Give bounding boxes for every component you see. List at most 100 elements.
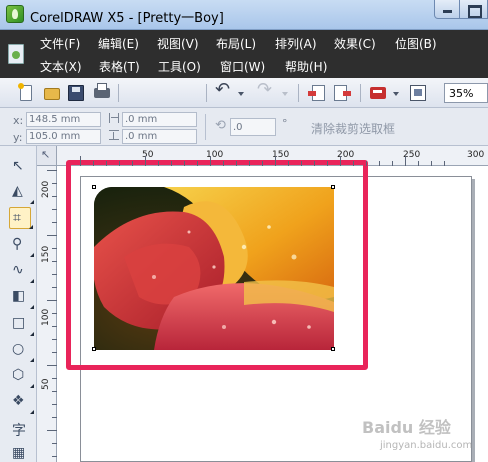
menu-table[interactable]: 表格(T) bbox=[99, 58, 140, 75]
publish-pdf-icon[interactable] bbox=[370, 87, 386, 99]
flyout-indicator-icon bbox=[30, 410, 34, 414]
minimize-button[interactable] bbox=[434, 0, 460, 19]
ruler-top-label: 100 bbox=[206, 150, 224, 160]
open-folder-icon[interactable] bbox=[44, 88, 60, 100]
width-field[interactable]: .0 mm bbox=[122, 112, 197, 127]
smart-fill-tool[interactable]: ◧ bbox=[9, 286, 34, 309]
import-icon[interactable] bbox=[308, 85, 325, 101]
x-position-field[interactable]: 148.5 mm bbox=[26, 112, 101, 127]
shape-tool[interactable]: ◭ bbox=[9, 181, 34, 204]
highlight-annotation-box bbox=[66, 160, 368, 370]
clear-crop-marquee-button[interactable]: 清除裁剪选取框 bbox=[311, 120, 395, 137]
export-icon[interactable] bbox=[334, 85, 351, 101]
height-field[interactable]: .0 mm bbox=[122, 129, 197, 144]
menu-row-secondary: 文本(X) 表格(T) 工具(O) 窗口(W) 帮助(H) bbox=[0, 56, 488, 78]
polygon-icon: ⬡ bbox=[12, 367, 25, 383]
height-icon bbox=[109, 130, 119, 140]
ruler-tick bbox=[210, 156, 211, 166]
ruler-tick bbox=[392, 161, 393, 166]
ruler-tick bbox=[52, 326, 57, 327]
text-tool[interactable]: 字 bbox=[9, 418, 31, 440]
toolbar-separator bbox=[360, 84, 361, 102]
ruler-tick bbox=[249, 161, 250, 166]
ruler-tick bbox=[301, 161, 302, 166]
maximize-button[interactable] bbox=[459, 0, 488, 19]
flyout-indicator-icon bbox=[30, 253, 34, 257]
menu-arrange[interactable]: 排列(A) bbox=[275, 35, 317, 52]
menu-file[interactable]: 文件(F) bbox=[40, 35, 80, 52]
ruler-tick bbox=[47, 365, 57, 366]
print-icon[interactable] bbox=[94, 83, 110, 98]
ruler-tick bbox=[145, 156, 146, 166]
ruler-tick bbox=[47, 430, 57, 431]
ruler-top-label: 300 bbox=[467, 150, 485, 160]
undo-dropdown-icon[interactable] bbox=[238, 92, 244, 96]
zoom-level-field[interactable]: 35% bbox=[444, 83, 488, 103]
ruler-tick bbox=[52, 274, 57, 275]
redo-dropdown-icon[interactable] bbox=[282, 92, 288, 96]
menu-layout[interactable]: 布局(L) bbox=[216, 35, 256, 52]
y-label: y: bbox=[13, 131, 23, 144]
ruler-tick bbox=[47, 170, 57, 171]
menu-edit[interactable]: 编辑(E) bbox=[98, 35, 139, 52]
menu-text[interactable]: 文本(X) bbox=[40, 58, 82, 75]
ruler-tick bbox=[47, 235, 57, 236]
ruler-tick bbox=[197, 161, 198, 166]
ruler-tick bbox=[52, 209, 57, 210]
table-tool[interactable]: ▦ bbox=[9, 443, 31, 462]
basic-shapes-tool[interactable]: ❖ bbox=[9, 391, 34, 414]
ruler-tick bbox=[52, 313, 57, 314]
menu-view[interactable]: 视图(V) bbox=[157, 35, 199, 52]
ruler-tick bbox=[171, 161, 172, 166]
menu-tools[interactable]: 工具(O) bbox=[158, 58, 201, 75]
standard-toolbar: ✂ ⧉ ▤ ↶ ↷ 35% bbox=[0, 78, 488, 180]
redo-icon[interactable]: ↷ bbox=[257, 81, 272, 99]
save-icon[interactable] bbox=[68, 85, 84, 101]
smart-fill-icon: ◧ bbox=[12, 288, 26, 304]
menu-window[interactable]: 窗口(W) bbox=[220, 58, 265, 75]
rotation-angle-field[interactable]: .0 bbox=[230, 118, 276, 136]
magnifier-icon: ⚲ bbox=[12, 236, 23, 252]
ruler-tick bbox=[236, 161, 237, 166]
ruler-tick bbox=[47, 300, 57, 301]
ruler-tick bbox=[93, 161, 94, 166]
ruler-tick bbox=[418, 161, 419, 166]
flyout-indicator-icon bbox=[30, 305, 34, 309]
flyout-indicator-icon bbox=[30, 200, 34, 204]
zoom-tool[interactable]: ⚲ bbox=[9, 234, 34, 257]
undo-icon[interactable]: ↶ bbox=[215, 81, 230, 99]
menu-effects[interactable]: 效果(C) bbox=[334, 35, 376, 52]
ruler-tick bbox=[353, 161, 354, 166]
ruler-tick bbox=[431, 161, 432, 166]
flyout-indicator-icon bbox=[30, 358, 34, 362]
ruler-tick bbox=[158, 161, 159, 166]
toolbox: ↖ ◭ ⌗ ⚲ ∿ ◧ □ ○ ⬡ ❖ 字 ▦ bbox=[0, 146, 37, 462]
ruler-tick bbox=[52, 456, 57, 457]
ruler-tick bbox=[52, 222, 57, 223]
rotate-icon: ⟲ bbox=[215, 118, 226, 133]
polygon-tool[interactable]: ⬡ bbox=[9, 365, 34, 388]
ruler-tick bbox=[444, 161, 445, 166]
crop-tool[interactable]: ⌗ bbox=[9, 207, 33, 229]
y-position-field[interactable]: 105.0 mm bbox=[26, 129, 101, 144]
freehand-tool[interactable]: ∿ bbox=[9, 260, 34, 283]
ruler-tick bbox=[52, 391, 57, 392]
welcome-screen-icon[interactable] bbox=[410, 85, 426, 101]
application-launcher-dropdown-icon[interactable] bbox=[393, 92, 399, 96]
ruler-left-label: 50 bbox=[41, 378, 51, 390]
ruler-origin-corner[interactable] bbox=[37, 146, 57, 166]
new-document-icon[interactable] bbox=[18, 83, 32, 101]
ruler-tick bbox=[52, 352, 57, 353]
toolbar-separator bbox=[118, 84, 119, 102]
text-icon: 字 bbox=[12, 423, 26, 439]
menu-bitmaps[interactable]: 位图(B) bbox=[395, 35, 437, 52]
ellipse-tool[interactable]: ○ bbox=[9, 339, 34, 362]
ruler-tick bbox=[106, 161, 107, 166]
menu-help[interactable]: 帮助(H) bbox=[285, 58, 327, 75]
ruler-top-label: 50 bbox=[142, 150, 154, 160]
pick-tool[interactable]: ↖ bbox=[9, 156, 31, 178]
ruler-tick bbox=[52, 287, 57, 288]
rectangle-tool[interactable]: □ bbox=[9, 313, 34, 336]
menu-bar: 文件(F) 编辑(E) 视图(V) 布局(L) 排列(A) 效果(C) 位图(B… bbox=[0, 30, 488, 78]
flyout-indicator-icon bbox=[30, 279, 34, 283]
